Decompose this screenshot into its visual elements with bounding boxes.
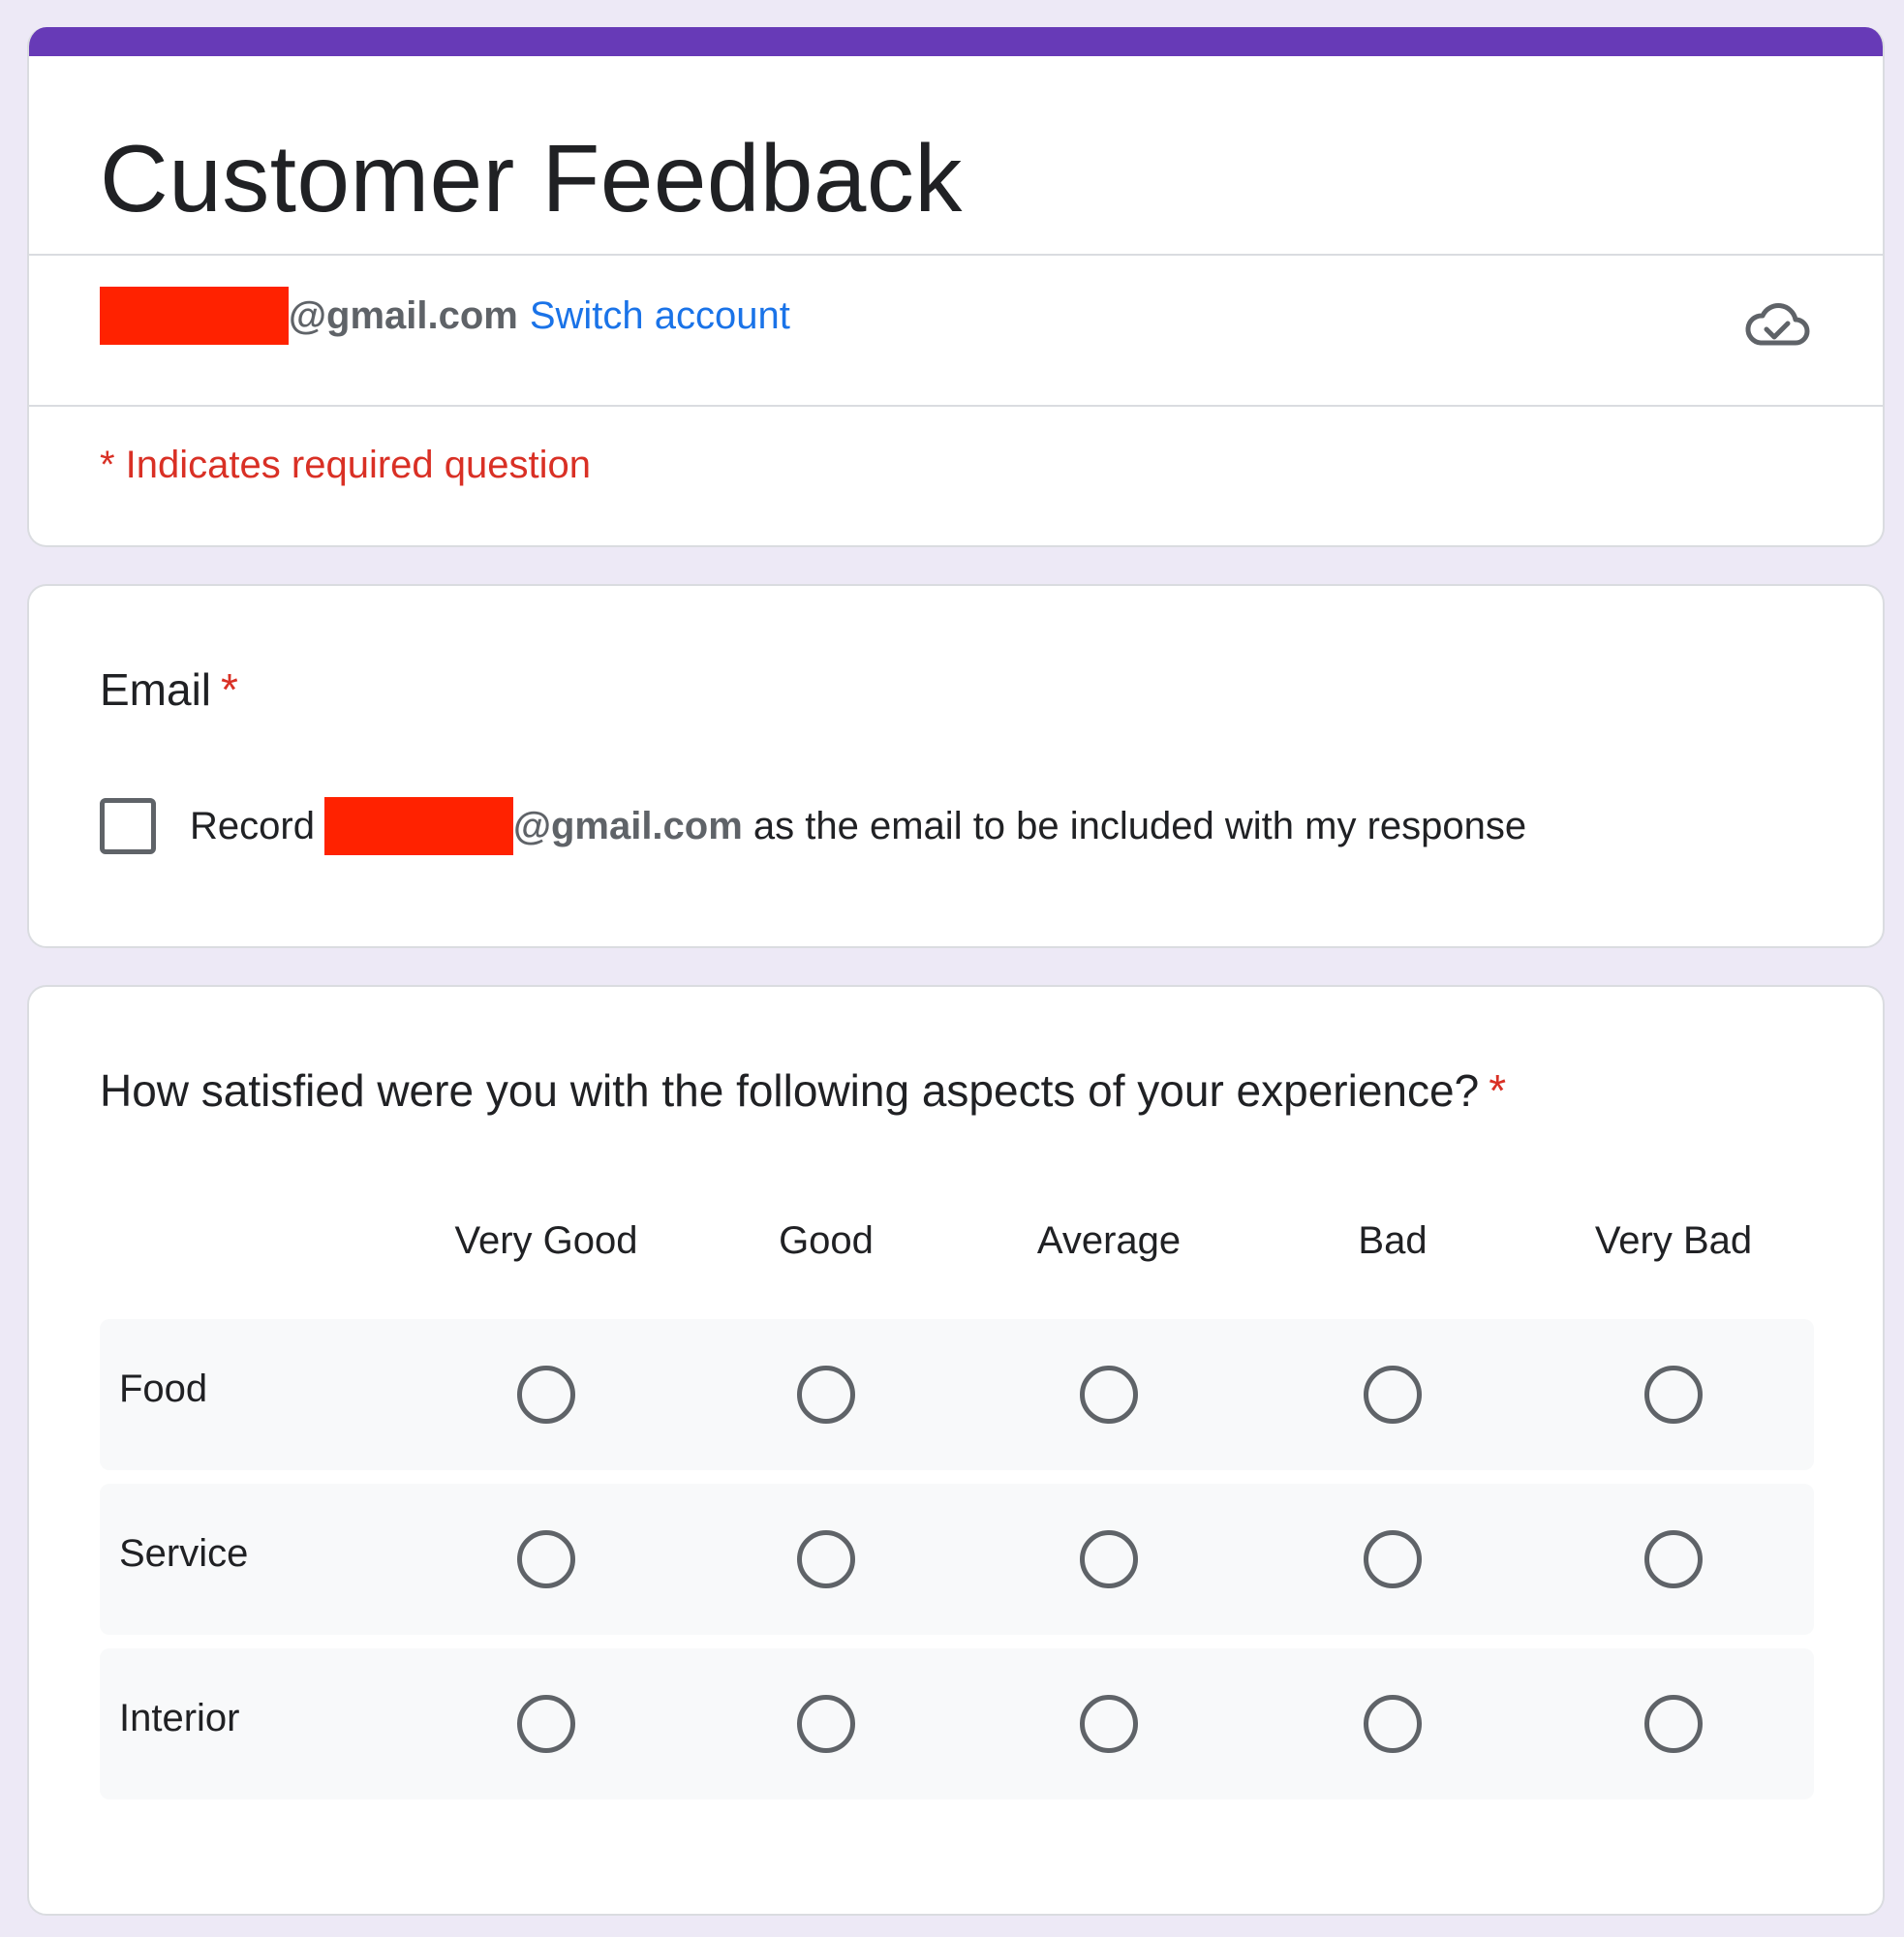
- row-label-service: Service: [119, 1532, 249, 1575]
- email-question-title: Email *: [100, 663, 238, 716]
- column-label-average: Average: [1036, 1219, 1182, 1262]
- record-suffix: as the email to be included with my resp…: [742, 804, 1527, 847]
- radio-service-average[interactable]: [1080, 1530, 1138, 1588]
- email-question-label: Email: [100, 664, 212, 715]
- radio-food-very-good[interactable]: [517, 1366, 575, 1424]
- email-question-card: Email * Record @gmail.com as the email to…: [27, 584, 1885, 948]
- grid-row-service: Service: [100, 1484, 1814, 1635]
- grid-row-interior: Interior: [100, 1648, 1814, 1799]
- radio-food-average[interactable]: [1080, 1366, 1138, 1424]
- record-email-label[interactable]: Record @gmail.com as the email to be inc…: [190, 797, 1526, 855]
- radio-interior-very-good[interactable]: [517, 1695, 575, 1753]
- redacted-username: [100, 287, 289, 345]
- column-label-good: Good: [779, 1219, 874, 1262]
- column-label-bad: Bad: [1358, 1219, 1428, 1262]
- form-header-card: Customer Feedback @gmail.com Switch acco…: [27, 27, 1885, 547]
- radio-interior-good[interactable]: [797, 1695, 855, 1753]
- form-title: Customer Feedback: [100, 125, 963, 231]
- divider: [29, 405, 1883, 407]
- radio-interior-average[interactable]: [1080, 1695, 1138, 1753]
- radio-food-bad[interactable]: [1364, 1366, 1422, 1424]
- radio-food-good[interactable]: [797, 1366, 855, 1424]
- column-label-very-good: Very Good: [454, 1219, 638, 1262]
- record-email-domain: @gmail.com: [512, 804, 743, 847]
- cloud-check-icon: [1745, 303, 1810, 346]
- radio-service-very-bad[interactable]: [1644, 1530, 1703, 1588]
- grid-row-food: Food: [100, 1319, 1814, 1470]
- accent-bar: [29, 27, 1883, 56]
- satisfaction-grid-card: How satisfied were you with the followin…: [27, 985, 1885, 1916]
- column-label-very-bad: Very Bad: [1594, 1219, 1753, 1262]
- row-label-food: Food: [119, 1368, 208, 1410]
- radio-service-good[interactable]: [797, 1530, 855, 1588]
- record-prefix: Record: [190, 804, 315, 847]
- radio-service-very-good[interactable]: [517, 1530, 575, 1588]
- account-row: @gmail.com Switch account: [100, 287, 790, 345]
- switch-account-link[interactable]: Switch account: [530, 294, 790, 338]
- row-label-interior: Interior: [119, 1697, 240, 1739]
- radio-food-very-bad[interactable]: [1644, 1366, 1703, 1424]
- required-asterisk: *: [1489, 1065, 1507, 1116]
- required-question-note: * Indicates required question: [100, 444, 591, 486]
- account-email-domain: @gmail.com: [289, 293, 518, 337]
- radio-interior-very-bad[interactable]: [1644, 1695, 1703, 1753]
- divider: [29, 254, 1883, 256]
- redacted-username: [323, 797, 513, 855]
- record-email-checkbox[interactable]: [100, 798, 156, 854]
- grid-column-headers: Very Good Good Average Bad Very Bad: [29, 1219, 1883, 1277]
- grid-question-label: How satisfied were you with the followin…: [100, 1065, 1480, 1116]
- required-asterisk: *: [221, 664, 238, 715]
- radio-interior-bad[interactable]: [1364, 1695, 1422, 1753]
- grid-question-title: How satisfied were you with the followin…: [100, 1064, 1506, 1117]
- radio-service-bad[interactable]: [1364, 1530, 1422, 1588]
